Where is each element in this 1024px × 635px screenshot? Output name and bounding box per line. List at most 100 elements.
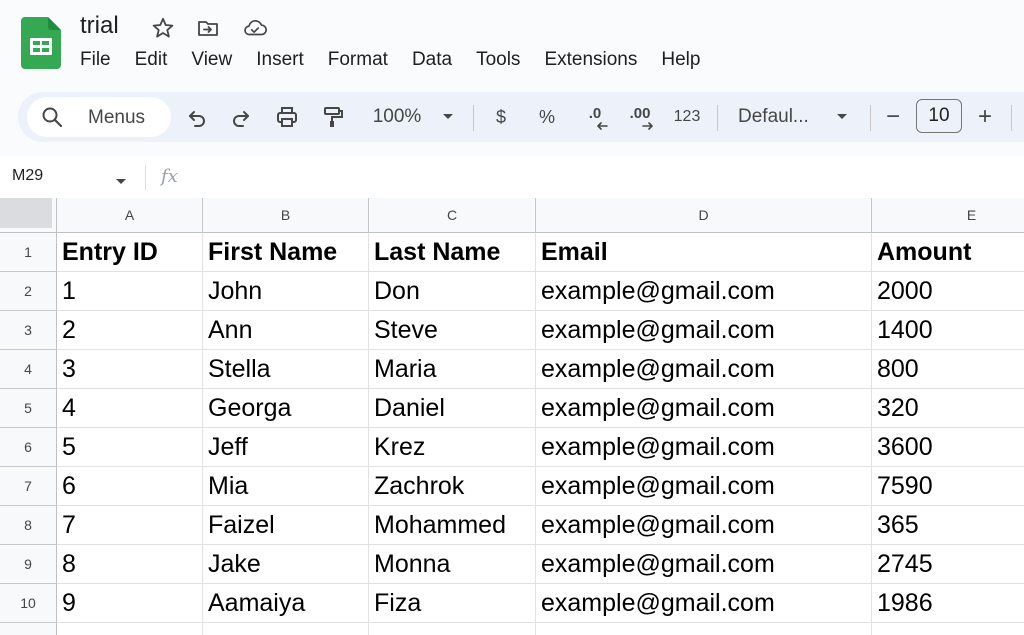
table-cell[interactable]: 365: [872, 506, 1024, 545]
table-cell[interactable]: Daniel: [369, 389, 536, 428]
table-cell[interactable]: 5: [57, 428, 203, 467]
redo-icon[interactable]: [228, 103, 254, 131]
table-cell[interactable]: 3: [57, 350, 203, 389]
font-dropdown-icon[interactable]: [834, 103, 850, 131]
table-cell[interactable]: Steve: [369, 311, 536, 350]
table-cell[interactable]: 7590: [872, 467, 1024, 506]
column-header-c[interactable]: C: [369, 198, 536, 233]
table-cell[interactable]: Stella: [203, 350, 369, 389]
column-header-b[interactable]: B: [203, 198, 369, 233]
table-cell[interactable]: example@gmail.com: [536, 350, 872, 389]
print-icon[interactable]: [273, 103, 301, 131]
move-to-folder-icon[interactable]: [195, 15, 221, 41]
row-header-4[interactable]: 4: [0, 350, 57, 389]
table-cell[interactable]: 320: [872, 389, 1024, 428]
table-cell[interactable]: example@gmail.com: [536, 584, 872, 623]
header-cell[interactable]: Last Name: [369, 233, 536, 272]
table-cell[interactable]: example@gmail.com: [536, 506, 872, 545]
table-cell[interactable]: 1400: [872, 311, 1024, 350]
table-cell[interactable]: 1986: [872, 584, 1024, 623]
menu-insert[interactable]: Insert: [256, 49, 304, 71]
header-cell[interactable]: First Name: [203, 233, 369, 272]
decrease-decimal-button[interactable]: .0: [580, 103, 610, 131]
table-cell[interactable]: Krez: [369, 428, 536, 467]
header-cell[interactable]: Email: [536, 233, 872, 272]
table-cell[interactable]: Monna: [369, 545, 536, 584]
table-cell[interactable]: 2745: [872, 545, 1024, 584]
table-cell[interactable]: Zachrok: [369, 467, 536, 506]
currency-format-button[interactable]: $: [490, 103, 512, 131]
table-cell[interactable]: 2: [57, 311, 203, 350]
search-menus-button[interactable]: Menus: [27, 97, 171, 137]
table-cell[interactable]: John: [203, 272, 369, 311]
table-cell[interactable]: example@gmail.com: [536, 272, 872, 311]
table-cell[interactable]: Jeff: [203, 428, 369, 467]
percent-format-button[interactable]: %: [535, 103, 559, 131]
table-cell[interactable]: Fiza: [369, 584, 536, 623]
undo-icon[interactable]: [184, 103, 210, 131]
font-size-input[interactable]: 10: [916, 99, 962, 133]
name-box-dropdown-icon[interactable]: [115, 173, 127, 191]
table-cell[interactable]: Jake: [203, 545, 369, 584]
row-header-6[interactable]: 6: [0, 428, 57, 467]
table-cell[interactable]: 7: [57, 506, 203, 545]
table-cell[interactable]: [536, 623, 872, 635]
sheets-logo-icon[interactable]: [21, 17, 61, 69]
table-cell[interactable]: 800: [872, 350, 1024, 389]
table-cell[interactable]: Don: [369, 272, 536, 311]
table-cell[interactable]: example@gmail.com: [536, 311, 872, 350]
table-cell[interactable]: 3600: [872, 428, 1024, 467]
more-formats-button[interactable]: 123: [670, 103, 704, 131]
table-cell[interactable]: example@gmail.com: [536, 467, 872, 506]
document-title[interactable]: trial: [80, 12, 119, 40]
table-cell[interactable]: Mohammed: [369, 506, 536, 545]
table-cell[interactable]: example@gmail.com: [536, 545, 872, 584]
table-cell[interactable]: Mia: [203, 467, 369, 506]
row-header-8[interactable]: 8: [0, 506, 57, 545]
menu-help[interactable]: Help: [661, 49, 700, 71]
menu-tools[interactable]: Tools: [476, 49, 520, 71]
table-cell[interactable]: example@gmail.com: [536, 428, 872, 467]
table-cell[interactable]: Aamaiya: [203, 584, 369, 623]
table-cell[interactable]: 8: [57, 545, 203, 584]
paint-format-icon[interactable]: [320, 103, 346, 131]
name-box[interactable]: M29: [12, 167, 43, 185]
row-header-2[interactable]: 2: [0, 272, 57, 311]
column-header-d[interactable]: D: [536, 198, 872, 233]
table-cell[interactable]: Georga: [203, 389, 369, 428]
table-cell[interactable]: [203, 623, 369, 635]
table-cell[interactable]: [369, 623, 536, 635]
table-cell[interactable]: Faizel: [203, 506, 369, 545]
cloud-status-icon[interactable]: [242, 15, 268, 41]
menu-edit[interactable]: Edit: [135, 49, 168, 71]
table-cell[interactable]: [57, 623, 203, 635]
row-header-7[interactable]: 7: [0, 467, 57, 506]
star-icon[interactable]: [150, 15, 176, 41]
menu-data[interactable]: Data: [412, 49, 452, 71]
table-cell[interactable]: 9: [57, 584, 203, 623]
row-header-10[interactable]: 10: [0, 584, 57, 623]
menu-format[interactable]: Format: [328, 49, 388, 71]
table-cell[interactable]: 6: [57, 467, 203, 506]
decrease-font-size-button[interactable]: −: [882, 103, 904, 131]
table-cell[interactable]: 1: [57, 272, 203, 311]
row-header-11[interactable]: 11: [0, 623, 57, 635]
zoom-dropdown-icon[interactable]: [440, 103, 456, 131]
font-select[interactable]: Defaul...: [738, 103, 820, 131]
table-cell[interactable]: 4: [57, 389, 203, 428]
header-cell[interactable]: Entry ID: [57, 233, 203, 272]
row-header-1[interactable]: 1: [0, 233, 57, 272]
menu-extensions[interactable]: Extensions: [544, 49, 637, 71]
menu-file[interactable]: File: [80, 49, 111, 71]
table-cell[interactable]: Ann: [203, 311, 369, 350]
table-cell[interactable]: Maria: [369, 350, 536, 389]
column-header-a[interactable]: A: [57, 198, 203, 233]
row-header-5[interactable]: 5: [0, 389, 57, 428]
header-cell[interactable]: Amount: [872, 233, 1024, 272]
table-cell[interactable]: 2000: [872, 272, 1024, 311]
select-all-corner[interactable]: [0, 198, 57, 233]
increase-decimal-button[interactable]: .00: [624, 103, 656, 131]
row-header-9[interactable]: 9: [0, 545, 57, 584]
table-cell[interactable]: example@gmail.com: [536, 389, 872, 428]
row-header-3[interactable]: 3: [0, 311, 57, 350]
